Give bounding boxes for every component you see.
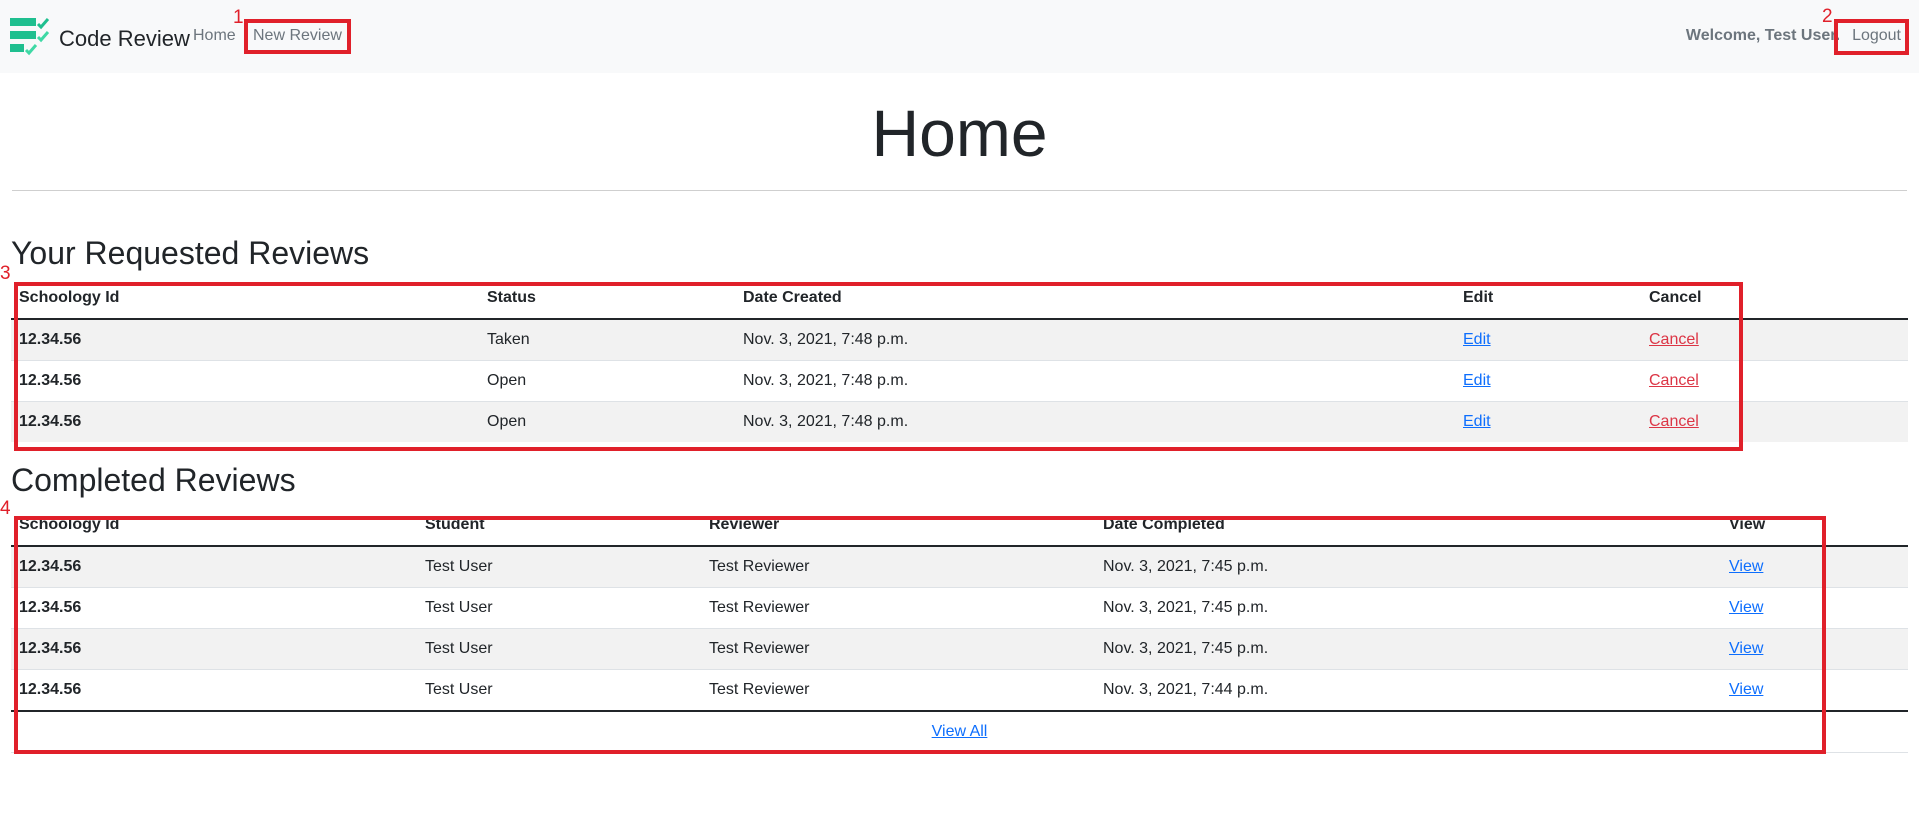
brand-link[interactable]: Code Review (10, 16, 190, 61)
status-cell: Open (479, 360, 735, 402)
annotation-number: 1 (233, 7, 244, 28)
column-header: Schoology Id (11, 278, 479, 320)
requested-reviews-heading: Your Requested Reviews (11, 235, 370, 271)
status-cell: Taken (479, 318, 735, 361)
student-cell: Test User (417, 587, 701, 629)
column-header: Date Completed (1095, 505, 1721, 547)
completed-reviews-heading: Completed Reviews (11, 462, 296, 498)
brand-label: Code Review (59, 25, 190, 51)
view-link[interactable]: View (1729, 558, 1763, 575)
nav-user-area: Welcome, Test User. Logout (1686, 27, 1901, 45)
reviewer-cell: Test Reviewer (701, 669, 1095, 711)
title-divider (12, 190, 1907, 191)
table-row: 12.34.56 Test User Test Reviewer Nov. 3,… (11, 669, 1908, 711)
student-cell: Test User (417, 669, 701, 711)
page-title: Home (871, 96, 1048, 170)
view-link[interactable]: View (1729, 640, 1763, 657)
student-cell: Test User (417, 628, 701, 670)
cancel-link[interactable]: Cancel (1649, 331, 1699, 348)
student-cell: Test User (417, 545, 701, 588)
column-header: Date Created (735, 278, 1455, 320)
column-header: Status (479, 278, 735, 320)
table-footer-row: View All (11, 710, 1908, 753)
edit-link[interactable]: Edit (1463, 413, 1491, 430)
edit-link[interactable]: Edit (1463, 331, 1491, 348)
column-header: Reviewer (701, 505, 1095, 547)
date-completed-cell: Nov. 3, 2021, 7:44 p.m. (1095, 669, 1721, 711)
requested-reviews-table: Schoology Id Status Date Created Edit Ca… (11, 278, 1908, 442)
edit-link[interactable]: Edit (1463, 372, 1491, 389)
annotation-number: 4 (0, 498, 11, 519)
date-completed-cell: Nov. 3, 2021, 7:45 p.m. (1095, 587, 1721, 629)
date-created-cell: Nov. 3, 2021, 7:48 p.m. (735, 318, 1455, 361)
column-header: Cancel (1641, 278, 1908, 320)
schoology-id-cell: 12.34.56 (11, 318, 479, 361)
completed-reviews-table: Schoology Id Student Reviewer Date Compl… (11, 505, 1908, 753)
annotation-number: 2 (1822, 6, 1833, 27)
schoology-id-cell: 12.34.56 (11, 360, 479, 402)
column-header: Edit (1455, 278, 1641, 320)
column-header: Student (417, 505, 701, 547)
table-row: 12.34.56 Test User Test Reviewer Nov. 3,… (11, 545, 1908, 588)
schoology-id-cell: 12.34.56 (11, 628, 417, 670)
nav-home-link[interactable]: Home (193, 27, 236, 45)
reviewer-cell: Test Reviewer (701, 545, 1095, 588)
table-header-row: Schoology Id Student Reviewer Date Compl… (11, 505, 1908, 547)
schoology-id-cell: 12.34.56 (11, 669, 417, 711)
annotation-number: 3 (0, 263, 11, 284)
table-row: 12.34.56 Open Nov. 3, 2021, 7:48 p.m. Ed… (11, 360, 1908, 402)
schoology-id-cell: 12.34.56 (11, 401, 479, 442)
reviewer-cell: Test Reviewer (701, 628, 1095, 670)
column-header: Schoology Id (11, 505, 417, 547)
date-created-cell: Nov. 3, 2021, 7:48 p.m. (735, 360, 1455, 402)
welcome-text: Welcome, Test User. (1685, 27, 1841, 44)
table-row: 12.34.56 Taken Nov. 3, 2021, 7:48 p.m. E… (11, 318, 1908, 361)
schoology-id-cell: 12.34.56 (11, 545, 417, 588)
navbar: Code Review Home New Review Welcome, Tes… (0, 0, 1919, 73)
date-created-cell: Nov. 3, 2021, 7:48 p.m. (735, 401, 1455, 442)
view-all-link[interactable]: View All (932, 723, 988, 740)
view-link[interactable]: View (1729, 599, 1763, 616)
date-completed-cell: Nov. 3, 2021, 7:45 p.m. (1095, 628, 1721, 670)
cancel-link[interactable]: Cancel (1649, 372, 1699, 389)
column-header: View (1721, 505, 1908, 547)
reviewer-cell: Test Reviewer (701, 587, 1095, 629)
table-header-row: Schoology Id Status Date Created Edit Ca… (11, 278, 1908, 320)
table-row: 12.34.56 Open Nov. 3, 2021, 7:48 p.m. Ed… (11, 401, 1908, 442)
schoology-id-cell: 12.34.56 (11, 587, 417, 629)
checklist-logo-icon (10, 16, 50, 61)
view-link[interactable]: View (1729, 681, 1763, 698)
table-row: 12.34.56 Test User Test Reviewer Nov. 3,… (11, 628, 1908, 670)
nav-new-review-link[interactable]: New Review (253, 27, 342, 45)
logout-link[interactable]: Logout (1852, 27, 1901, 45)
date-completed-cell: Nov. 3, 2021, 7:45 p.m. (1095, 545, 1721, 588)
table-row: 12.34.56 Test User Test Reviewer Nov. 3,… (11, 587, 1908, 629)
status-cell: Open (479, 401, 735, 442)
cancel-link[interactable]: Cancel (1649, 413, 1699, 430)
